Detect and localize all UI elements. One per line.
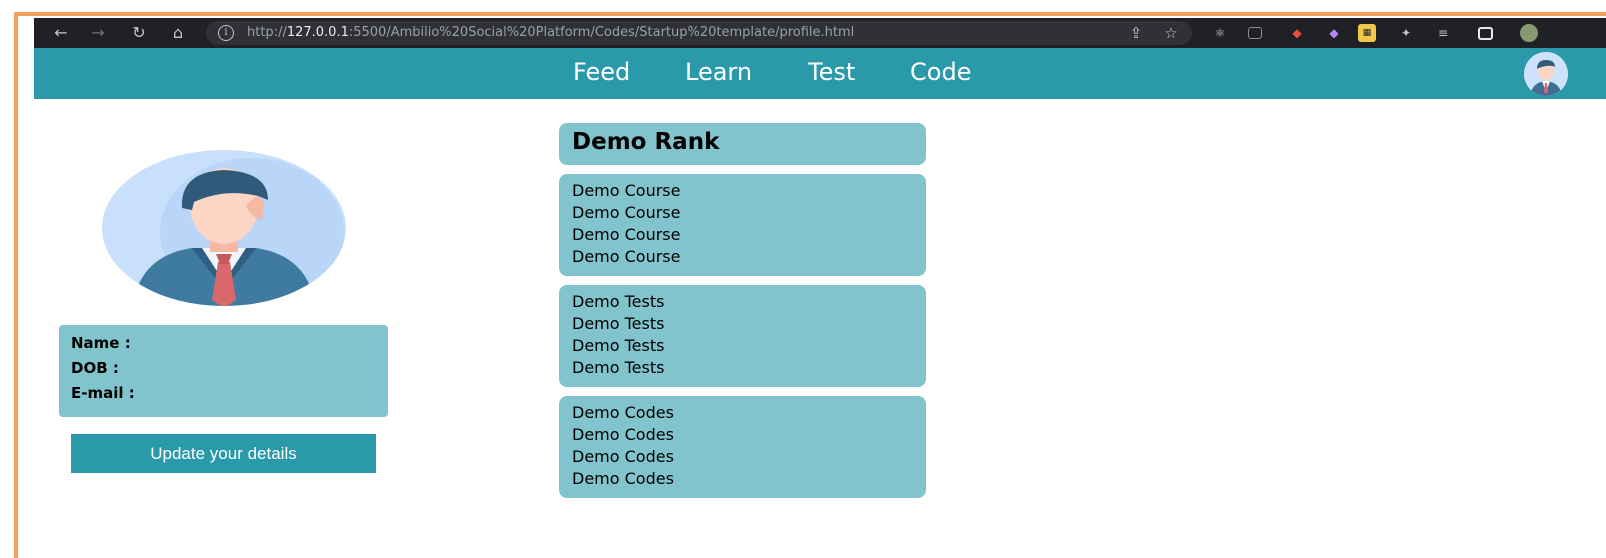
codes-card: Demo Codes Demo Codes Demo Codes Demo Co… (559, 396, 926, 498)
rank-card: Demo Rank (559, 123, 926, 165)
nav-link-feed[interactable]: Feed (573, 58, 630, 86)
media-queue-icon[interactable]: ≡ (1434, 24, 1452, 42)
address-bar[interactable]: i http://127.0.0.1:5500/Ambilio%20Social… (206, 21, 1192, 45)
test-item[interactable]: Demo Tests (572, 292, 664, 311)
nav-link-learn[interactable]: Learn (685, 58, 752, 86)
site-navbar: Feed Learn Test Code (34, 48, 1606, 99)
dob-label: DOB : (71, 359, 119, 377)
course-item[interactable]: Demo Course (572, 247, 680, 266)
screenshot-border-top (14, 12, 1606, 16)
nav-link-test[interactable]: Test (808, 58, 855, 86)
user-avatar-icon (1524, 52, 1568, 96)
url-prefix: http:// (247, 25, 287, 40)
name-label: Name : (71, 334, 131, 352)
screenshot-border-left (14, 12, 18, 558)
test-item[interactable]: Demo Tests (572, 336, 664, 355)
code-item[interactable]: Demo Codes (572, 403, 674, 422)
forward-arrow-icon[interactable]: → (87, 22, 109, 44)
url-path: :5500/Ambilio%20Social%20Platform/Codes/… (348, 25, 855, 40)
browser-toolbar: ← → ↻ ⌂ i http://127.0.0.1:5500/Ambilio%… (34, 18, 1606, 48)
url-host: 127.0.0.1 (286, 25, 349, 40)
nav-avatar[interactable] (1524, 52, 1568, 96)
nav-link-code[interactable]: Code (910, 58, 971, 86)
rank-title: Demo Rank (572, 129, 720, 155)
profile-info-card: Name : DOB : E-mail : (59, 325, 388, 417)
share-icon[interactable]: ⇪ (1126, 23, 1146, 43)
tests-card: Demo Tests Demo Tests Demo Tests Demo Te… (559, 285, 926, 387)
reload-icon[interactable]: ↻ (128, 22, 150, 44)
course-item[interactable]: Demo Course (572, 225, 680, 244)
color-picker-icon[interactable]: ◆ (1288, 24, 1306, 42)
email-label: E-mail : (71, 384, 135, 402)
bookmark-star-icon[interactable]: ☆ (1161, 23, 1181, 43)
side-panel-icon[interactable] (1478, 27, 1493, 40)
extensions-puzzle-icon[interactable]: ✦ (1397, 24, 1415, 42)
profile-picture-icon[interactable] (1520, 24, 1538, 42)
toolbox-extension-icon[interactable]: ▦ (1358, 24, 1376, 42)
course-item[interactable]: Demo Course (572, 203, 680, 222)
code-item[interactable]: Demo Codes (572, 425, 674, 444)
back-arrow-icon[interactable]: ← (50, 22, 72, 44)
site-info-icon[interactable]: i (218, 25, 234, 41)
code-item[interactable]: Demo Codes (572, 469, 674, 488)
course-item[interactable]: Demo Course (572, 181, 680, 200)
home-icon[interactable]: ⌂ (167, 22, 189, 44)
code-item[interactable]: Demo Codes (572, 447, 674, 466)
test-item[interactable]: Demo Tests (572, 314, 664, 333)
paint-extension-icon[interactable]: ◆ (1325, 24, 1343, 42)
react-devtools-icon[interactable]: ⚛ (1211, 24, 1229, 42)
update-details-button[interactable]: Update your details (71, 434, 376, 473)
profile-avatar-icon (102, 150, 346, 306)
extension-window-icon[interactable] (1248, 27, 1262, 39)
courses-card: Demo Course Demo Course Demo Course Demo… (559, 174, 926, 276)
url-text[interactable]: http://127.0.0.1:5500/Ambilio%20Social%2… (247, 25, 854, 40)
test-item[interactable]: Demo Tests (572, 358, 664, 377)
